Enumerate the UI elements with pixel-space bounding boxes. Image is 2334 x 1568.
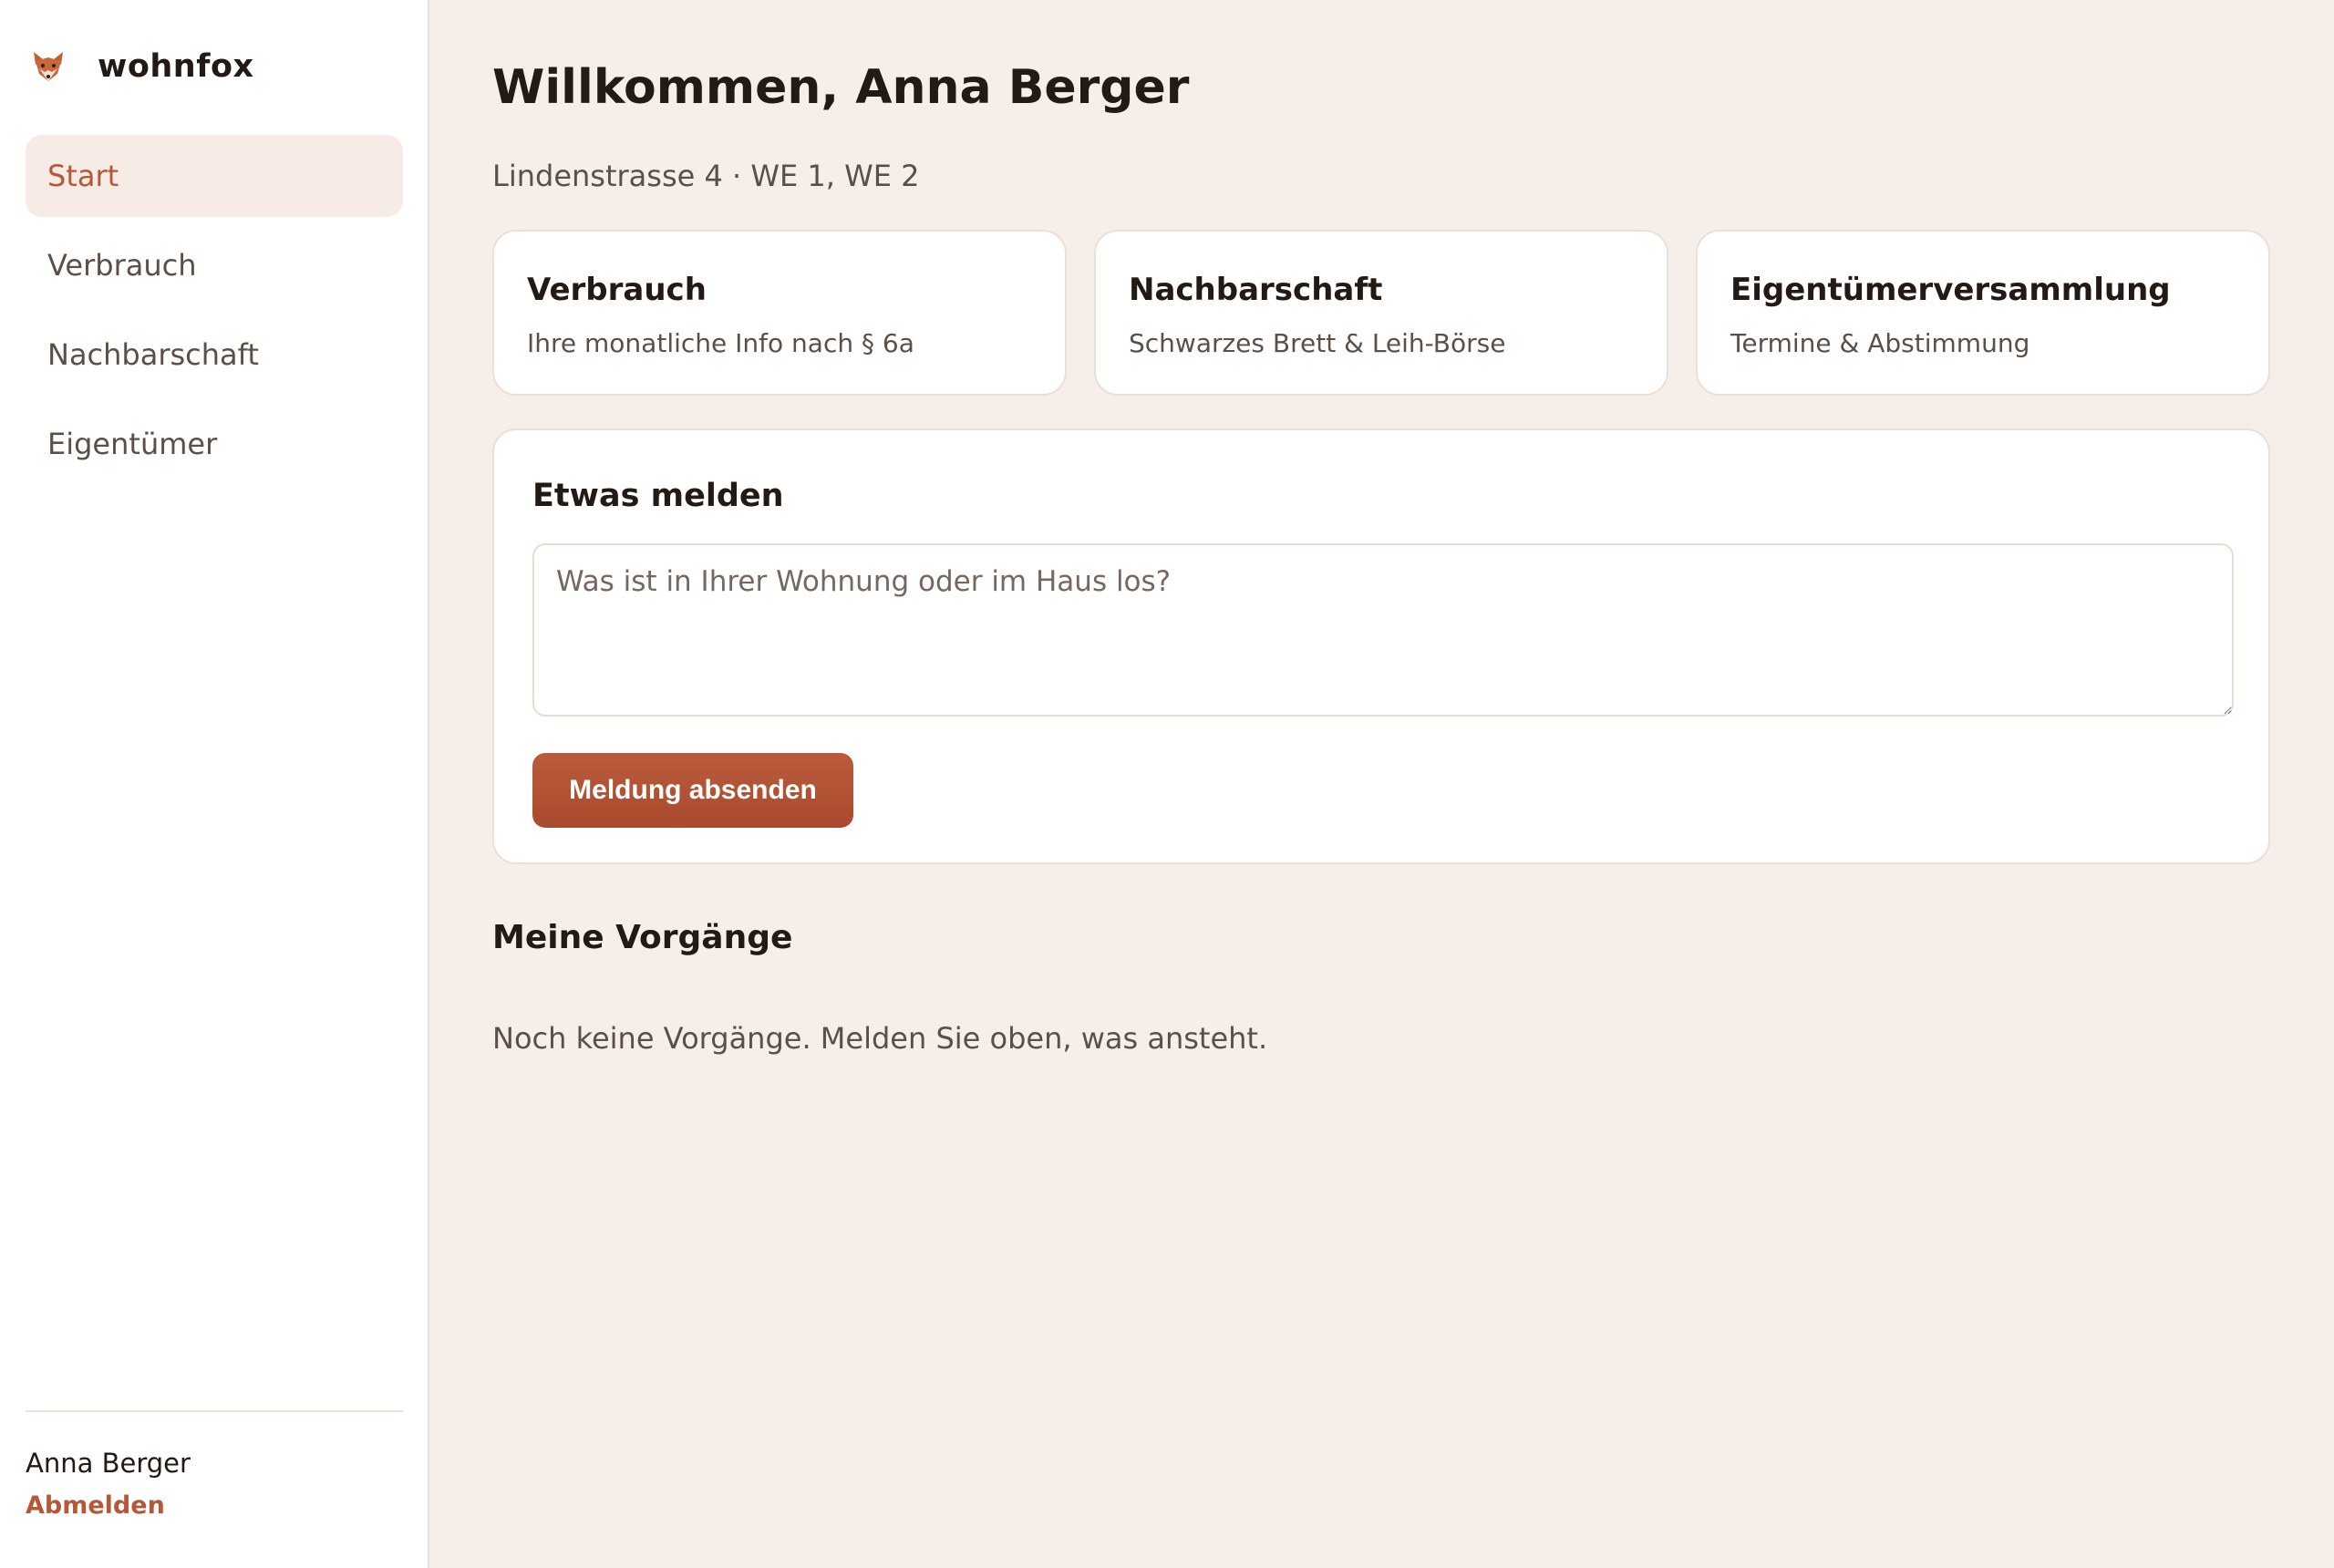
card-title: Nachbarschaft: [1129, 272, 1383, 308]
sidebar-divider: [26, 1410, 403, 1412]
cases-title: Meine Vorgänge: [492, 919, 793, 956]
card-subtitle: Schwarzes Brett & Leih-Börse: [1129, 328, 1506, 358]
submit-report-button[interactable]: Meldung absenden: [532, 753, 853, 828]
brand-name: wohnfox: [98, 48, 254, 85]
card-nachbarschaft[interactable]: Nachbarschaft Schwarzes Brett & Leih-Bör…: [1094, 230, 1668, 396]
card-title: Eigentümerversammlung: [1730, 272, 2171, 308]
report-panel: Etwas melden Meldung absenden: [492, 428, 2270, 864]
card-subtitle: Ihre monatliche Info nach § 6a: [527, 328, 914, 358]
report-title: Etwas melden: [532, 478, 784, 514]
brand-logo[interactable]: wohnfox: [30, 44, 254, 89]
page-title: Willkommen, Anna Berger: [492, 60, 1190, 115]
logout-link[interactable]: Abmelden: [26, 1491, 165, 1520]
report-textarea[interactable]: [532, 543, 2234, 717]
sidebar-item-start[interactable]: Start: [26, 135, 403, 217]
sidebar: wohnfox Start Verbrauch Nachbarschaft Ei…: [0, 0, 429, 1568]
sidebar-item-verbrauch[interactable]: Verbrauch: [26, 224, 403, 306]
card-verbrauch[interactable]: Verbrauch Ihre monatliche Info nach § 6a: [492, 230, 1067, 396]
property-subtitle: Lindenstrasse 4 · WE 1, WE 2: [492, 159, 920, 193]
fox-icon: [34, 52, 63, 81]
sidebar-item-eigentuemer[interactable]: Eigentümer: [26, 403, 403, 485]
user-name: Anna Berger: [26, 1448, 191, 1479]
card-subtitle: Termine & Abstimmung: [1730, 328, 2030, 358]
quick-cards: Verbrauch Ihre monatliche Info nach § 6a…: [492, 230, 2270, 396]
card-eigentuemerversammlung[interactable]: Eigentümerversammlung Termine & Abstimmu…: [1696, 230, 2270, 396]
card-title: Verbrauch: [527, 272, 707, 308]
cases-empty-text: Noch keine Vorgänge. Melden Sie oben, wa…: [492, 1021, 1268, 1056]
sidebar-nav: Start Verbrauch Nachbarschaft Eigentümer: [26, 135, 403, 492]
sidebar-item-nachbarschaft[interactable]: Nachbarschaft: [26, 314, 403, 396]
